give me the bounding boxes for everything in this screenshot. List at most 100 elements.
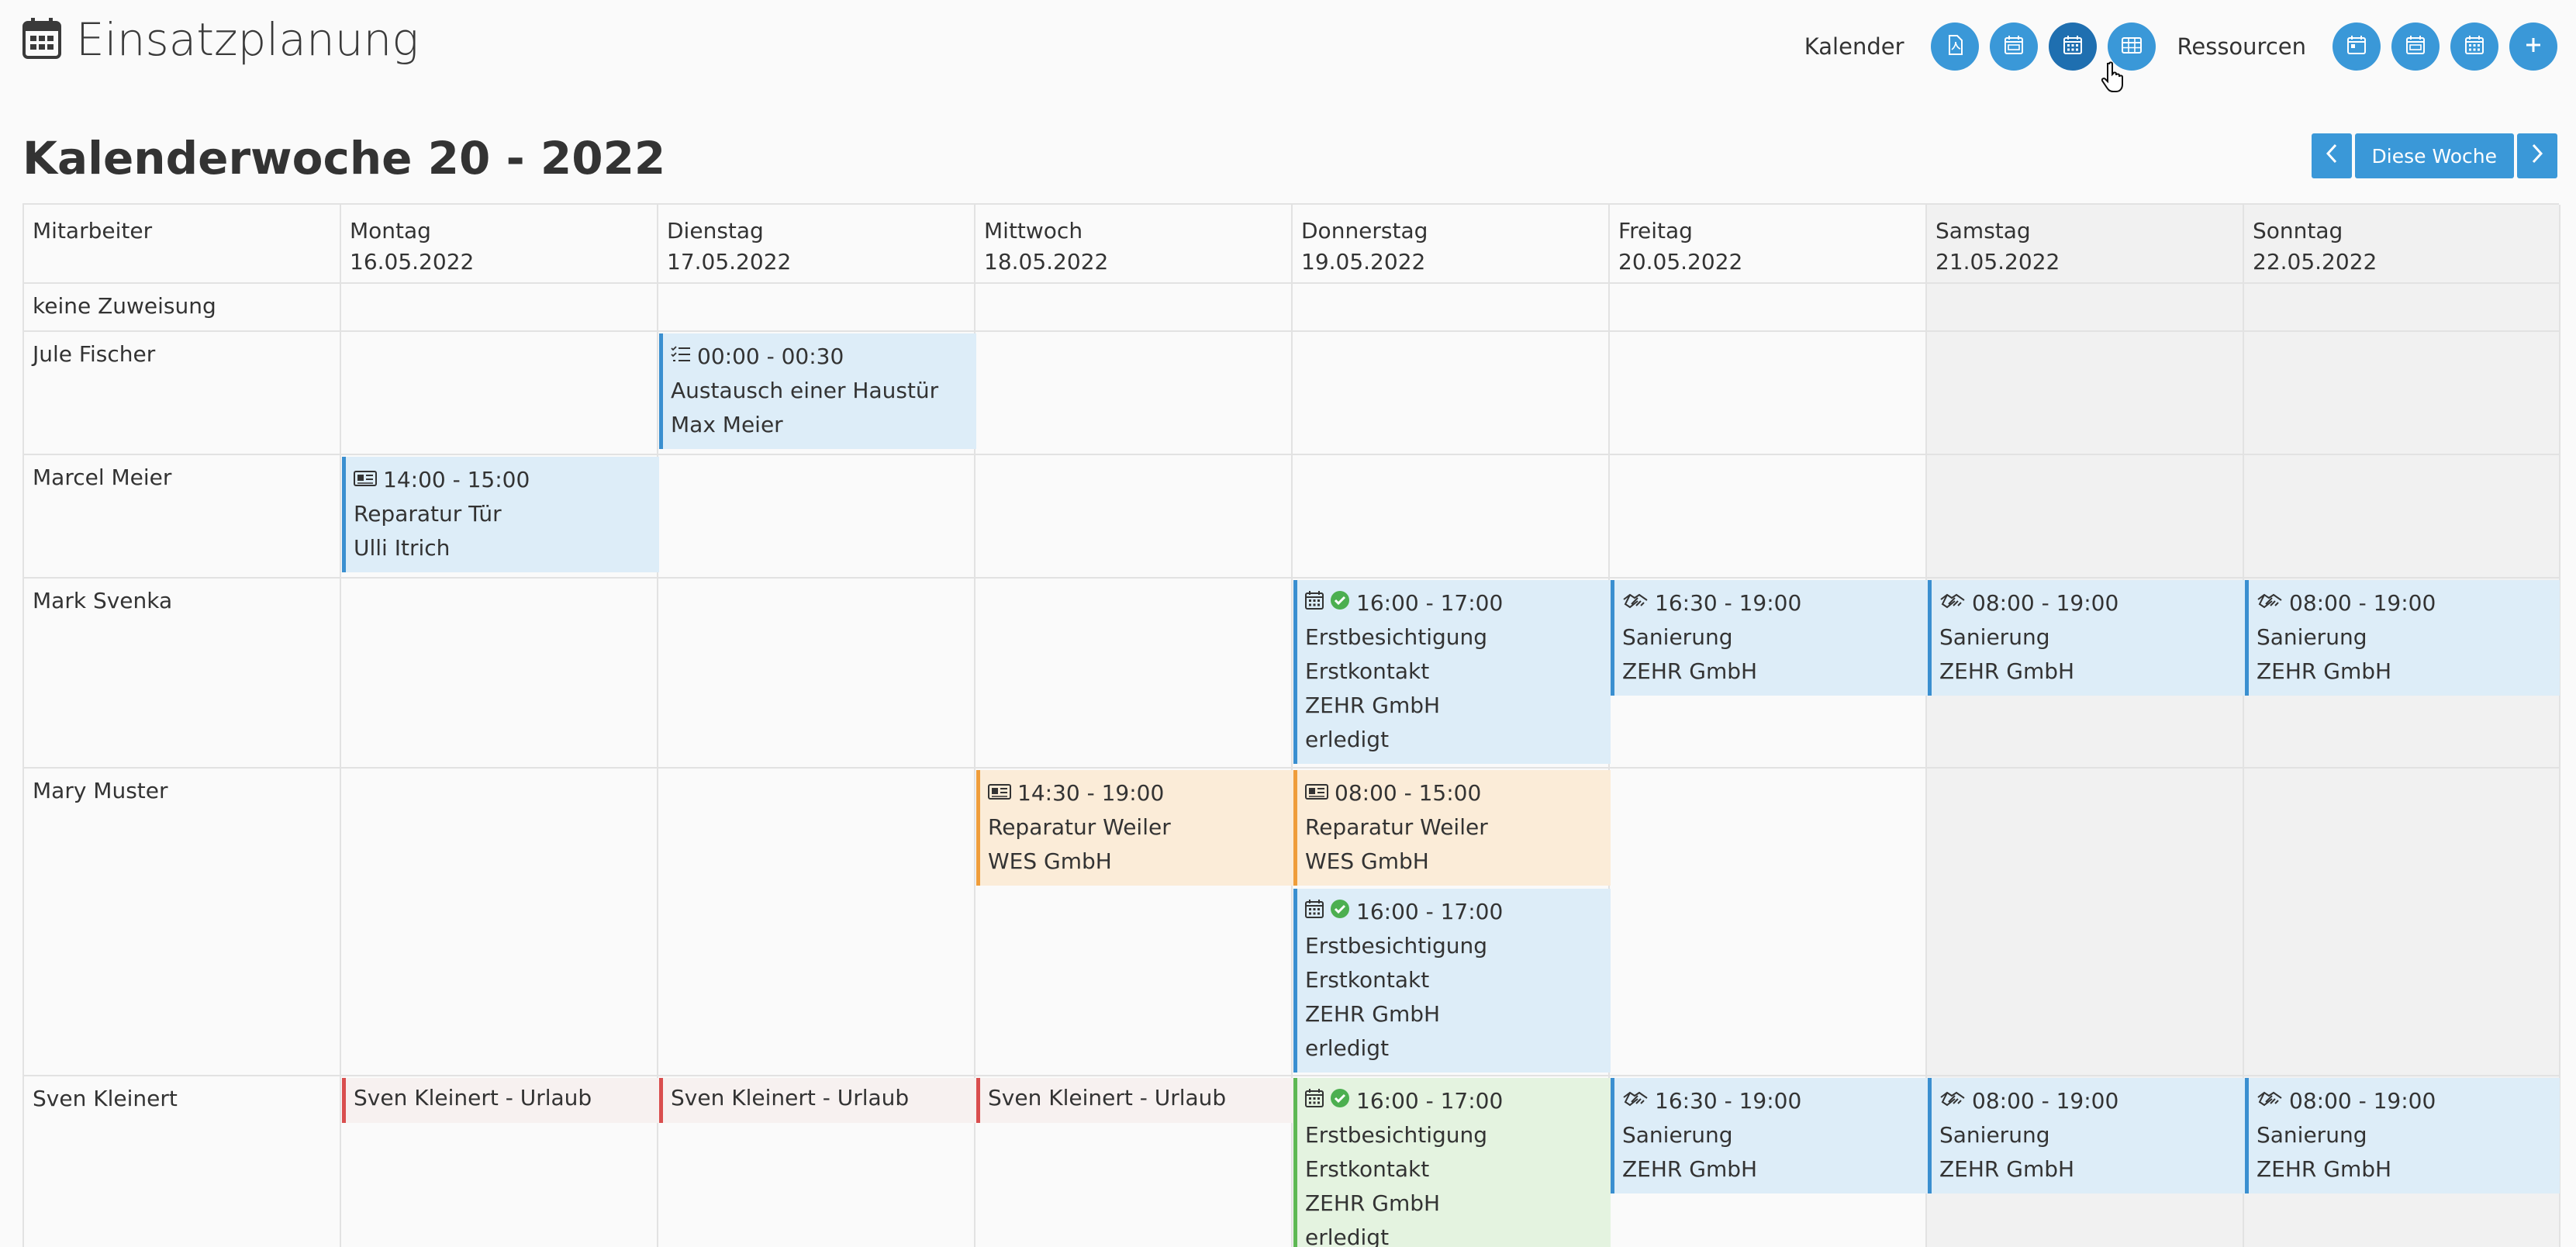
event-customer: WES GmbH: [1305, 848, 1429, 874]
event-card[interactable]: 14:00 - 15:00 Reparatur Tür Ulli Itrich: [342, 457, 659, 572]
employee-name: Marcel Meier: [33, 465, 172, 490]
view-toolbar: Kalender Ressourcen: [1789, 22, 2557, 71]
resource-month-view-button[interactable]: [2450, 22, 2498, 71]
kalender-label: Kalender: [1804, 33, 1904, 60]
calendar-month-view-button[interactable]: [2048, 22, 2097, 71]
event-card[interactable]: 14:30 - 19:00 Reparatur Weiler WES GmbH: [976, 770, 1293, 886]
handshake-icon: [1622, 586, 1649, 620]
event-title: Erstbesichtigung: [1305, 1122, 1488, 1148]
calendar-week-icon: [2404, 33, 2427, 60]
day-name: Dienstag: [667, 218, 764, 244]
row-divider: [24, 282, 2559, 284]
task-list-icon: [671, 340, 691, 374]
export-pdf-button[interactable]: [1930, 22, 1979, 71]
event-card[interactable]: 08:00 - 19:00 Sanierung ZEHR GmbH: [1928, 580, 2245, 696]
day-date: 22.05.2022: [2253, 249, 2377, 275]
event-customer: ZEHR GmbH: [1622, 1156, 1758, 1182]
schedule-grid: Mitarbeiter Montag 16.05.2022 Dienstag 17.…: [22, 203, 2560, 1247]
calendar-week-icon: [2002, 33, 2025, 60]
event-card[interactable]: 16:00 - 17:00 Erstbesichtigung Erstkonta…: [1293, 1078, 1611, 1247]
check-circle-icon: [1330, 895, 1350, 929]
handshake-icon: [1939, 586, 1966, 620]
day-date: 20.05.2022: [1618, 249, 1743, 275]
event-card[interactable]: 16:00 - 17:00 Erstbesichtigung Erstkonta…: [1293, 580, 1611, 764]
ressourcen-label: Ressourcen: [2177, 33, 2306, 60]
calendar-month-icon: [2463, 33, 2486, 60]
leave-card[interactable]: Sven Kleinert - Urlaub: [659, 1078, 976, 1123]
event-status: erledigt: [1305, 1225, 1390, 1247]
event-title: Erstbesichtigung: [1305, 933, 1488, 959]
leave-label: Sven Kleinert - Urlaub: [354, 1085, 592, 1111]
event-time: 08:00 - 15:00: [1335, 780, 1482, 806]
day-name: Mittwoch: [984, 218, 1083, 244]
event-customer: ZEHR GmbH: [1305, 1001, 1441, 1027]
employee-name: Sven Kleinert: [33, 1086, 178, 1111]
id-card-icon: [354, 463, 377, 497]
handshake-icon: [1622, 1084, 1649, 1118]
employee-name: keine Zuweisung: [33, 293, 216, 319]
event-card[interactable]: 16:30 - 19:00 Sanierung ZEHR GmbH: [1611, 1078, 1928, 1193]
event-customer: ZEHR GmbH: [1939, 1156, 2075, 1182]
leave-card[interactable]: Sven Kleinert - Urlaub: [342, 1078, 659, 1123]
event-type: Erstkontakt: [1305, 658, 1430, 684]
row-divider: [24, 454, 2559, 455]
app-title: Einsatzplanung: [22, 12, 419, 67]
leave-card[interactable]: Sven Kleinert - Urlaub: [976, 1078, 1293, 1123]
next-week-button[interactable]: [2517, 133, 2557, 178]
event-status: erledigt: [1305, 727, 1390, 752]
event-customer: WES GmbH: [988, 848, 1112, 874]
resource-week-view-button[interactable]: [2391, 22, 2440, 71]
event-customer: ZEHR GmbH: [1305, 1190, 1441, 1216]
week-title: Kalenderwoche 20 - 2022: [22, 132, 666, 185]
event-title: Sanierung: [1622, 1122, 1733, 1148]
employee-name: Mary Muster: [33, 778, 168, 803]
event-title: Sanierung: [1939, 1122, 2050, 1148]
table-icon: [2120, 33, 2143, 60]
id-card-icon: [1305, 776, 1328, 810]
calendar-icon: [1305, 895, 1324, 929]
event-time: 08:00 - 19:00: [2289, 1088, 2436, 1114]
calendar-week-view-button[interactable]: [1989, 22, 2038, 71]
event-card[interactable]: 08:00 - 19:00 Sanierung ZEHR GmbH: [2245, 580, 2560, 696]
handshake-icon: [2257, 586, 2283, 620]
employee-header: Mitarbeiter: [33, 218, 153, 244]
event-time: 14:30 - 19:00: [1017, 780, 1165, 806]
previous-week-button[interactable]: [2311, 133, 2352, 178]
event-card[interactable]: 08:00 - 19:00 Sanierung ZEHR GmbH: [1928, 1078, 2245, 1193]
row-divider: [24, 577, 2559, 579]
event-type: Erstkontakt: [1305, 1156, 1430, 1182]
this-week-button[interactable]: Diese Woche: [2354, 133, 2514, 178]
plus-icon: [2522, 33, 2545, 60]
chevron-right-icon: [2530, 143, 2544, 169]
event-time: 14:00 - 15:00: [383, 467, 530, 492]
day-name: Samstag: [1935, 218, 2031, 244]
day-name: Freitag: [1618, 218, 1693, 244]
event-customer: Max Meier: [671, 412, 783, 437]
id-card-icon: [988, 776, 1011, 810]
employee-name: Mark Svenka: [33, 588, 173, 613]
day-header-friday: Freitag 20.05.2022: [1618, 216, 1742, 278]
leave-label: Sven Kleinert - Urlaub: [988, 1085, 1227, 1111]
event-card[interactable]: 00:00 - 00:30 Austausch einer Haustür Ma…: [659, 333, 976, 449]
event-customer: ZEHR GmbH: [2257, 1156, 2392, 1182]
day-date: 19.05.2022: [1301, 249, 1426, 275]
event-card[interactable]: 08:00 - 19:00 Sanierung ZEHR GmbH: [2245, 1078, 2560, 1193]
day-header-tuesday: Dienstag 17.05.2022: [667, 216, 791, 278]
event-time: 08:00 - 19:00: [1972, 1088, 2119, 1114]
employee-name: Jule Fischer: [33, 341, 156, 367]
event-card[interactable]: 16:30 - 19:00 Sanierung ZEHR GmbH: [1611, 580, 1928, 696]
event-card[interactable]: 08:00 - 15:00 Reparatur Weiler WES GmbH: [1293, 770, 1611, 886]
resource-day-view-button[interactable]: [2333, 22, 2381, 71]
row-divider: [24, 330, 2559, 332]
row-divider: [24, 1075, 2559, 1076]
leave-label: Sven Kleinert - Urlaub: [671, 1085, 910, 1111]
day-name: Donnerstag: [1301, 218, 1428, 244]
event-title: Sanierung: [1939, 624, 2050, 650]
event-status: erledigt: [1305, 1035, 1390, 1061]
day-date: 16.05.2022: [350, 249, 475, 275]
add-button[interactable]: [2509, 22, 2557, 71]
day-header-thursday: Donnerstag 19.05.2022: [1301, 216, 1428, 278]
event-card[interactable]: 16:00 - 17:00 Erstbesichtigung Erstkonta…: [1293, 889, 1611, 1073]
page-title: Einsatzplanung: [76, 13, 420, 66]
event-time: 16:00 - 17:00: [1356, 1088, 1504, 1114]
